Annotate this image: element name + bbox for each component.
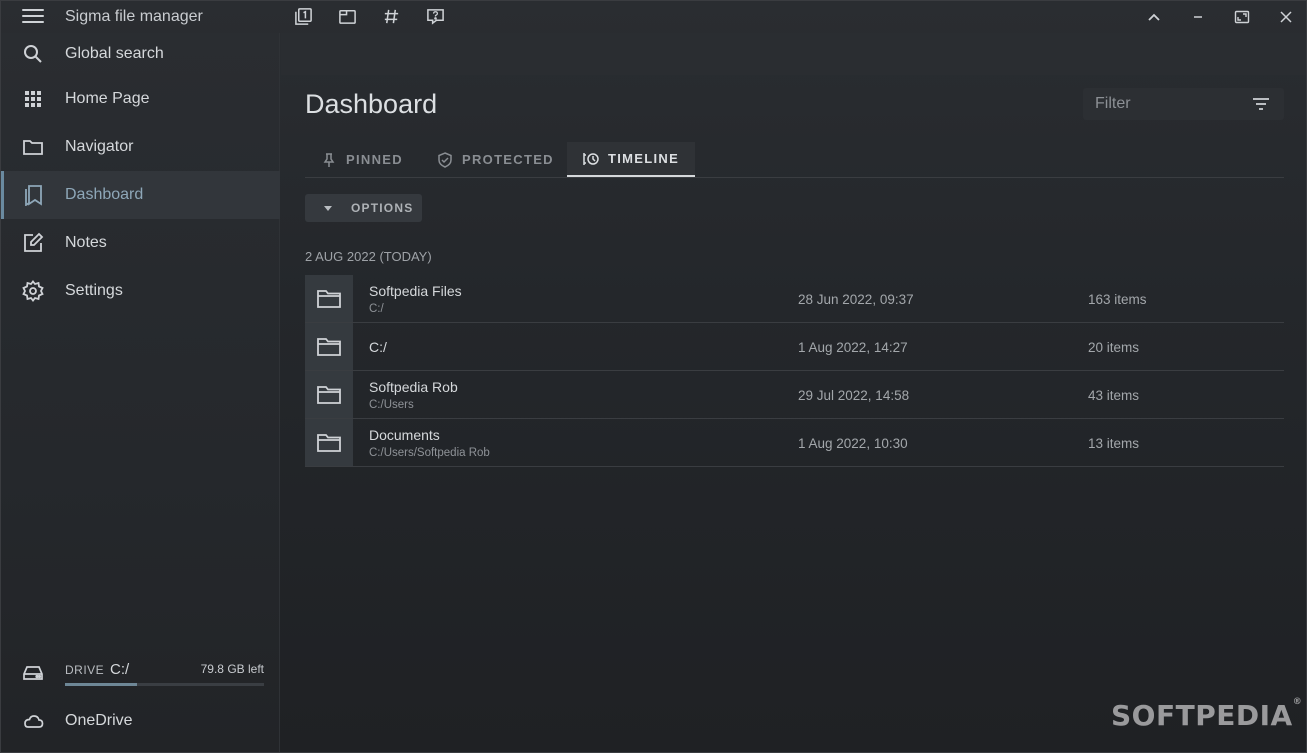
- hard-drive-icon: [22, 662, 44, 684]
- tab-label: PROTECTED: [462, 152, 554, 167]
- sidebar-item-label: Settings: [65, 282, 123, 299]
- caret-down-icon: [324, 206, 332, 211]
- item-name: Softpedia Rob: [369, 379, 458, 395]
- item-count: 43 items: [1088, 388, 1140, 403]
- search-icon: [22, 43, 44, 65]
- sidebar-item-global-search[interactable]: Global search: [1, 30, 280, 78]
- filter-field[interactable]: [1083, 88, 1284, 120]
- list-item[interactable]: Documents C:/Users/Softpedia Rob 1 Aug 2…: [305, 419, 1284, 467]
- sidebar-item-label: Notes: [65, 234, 107, 251]
- item-name: Softpedia Files: [369, 283, 462, 299]
- sidebar-item-label: Global search: [65, 45, 164, 62]
- options-button[interactable]: OPTIONS: [305, 194, 422, 222]
- main-header-strip: [281, 33, 1306, 75]
- list-item[interactable]: Softpedia Files C:/ 28 Jun 2022, 09:37 1…: [305, 275, 1284, 323]
- timeline-icon: [583, 152, 599, 165]
- sidebar-item-onedrive[interactable]: OneDrive: [1, 697, 280, 745]
- sidebar-item-label: Home Page: [65, 90, 150, 107]
- sidebar-item-settings[interactable]: Settings: [1, 267, 280, 315]
- chevron-up-icon[interactable]: [1132, 1, 1176, 33]
- gear-icon: [22, 280, 44, 302]
- drive-item-c[interactable]: DRIVE C:/ 79.8 GB left: [1, 649, 280, 699]
- drive-usage-fill: [65, 683, 137, 686]
- tab-label: TIMELINE: [608, 151, 680, 166]
- item-date: 28 Jun 2022, 09:37: [798, 292, 914, 307]
- item-path: C:/Users: [369, 399, 414, 411]
- edit-note-icon: [22, 232, 44, 254]
- options-label: OPTIONS: [351, 201, 414, 215]
- cloud-icon: [22, 710, 44, 732]
- sidebar-item-label: Navigator: [65, 138, 134, 155]
- drive-label: DRIVE C:/: [65, 661, 129, 678]
- workspaces-icon[interactable]: [294, 7, 313, 26]
- sidebar-item-label: OneDrive: [65, 712, 133, 729]
- grid-icon: [22, 88, 44, 110]
- drive-usage-bar: [65, 683, 264, 686]
- list-item[interactable]: Softpedia Rob C:/Users 29 Jul 2022, 14:5…: [305, 371, 1284, 419]
- item-name: C:/: [369, 339, 387, 355]
- tab-label: PINNED: [346, 152, 403, 167]
- feedback-icon[interactable]: [426, 7, 445, 26]
- item-count: 20 items: [1088, 340, 1140, 355]
- folder-icon: [305, 419, 353, 466]
- folder-icon: [305, 323, 353, 370]
- folder-icon: [22, 136, 44, 158]
- pin-icon: [323, 152, 335, 167]
- maximize-icon[interactable]: [1220, 1, 1264, 33]
- dashboard-tabs: PINNED PROTECTED TIMELINE: [305, 142, 1284, 178]
- item-count: 163 items: [1088, 292, 1147, 307]
- watermark-mark: ®: [1292, 697, 1303, 707]
- drive-free-space: 79.8 GB left: [200, 662, 264, 676]
- sidebar-item-home-page[interactable]: Home Page: [1, 75, 280, 123]
- item-date: 29 Jul 2022, 14:58: [798, 388, 910, 403]
- item-path: C:/: [369, 303, 384, 315]
- item-count: 13 items: [1088, 436, 1140, 451]
- folder-icon: [305, 371, 353, 418]
- drive-prefix: DRIVE: [65, 663, 105, 677]
- item-name: Documents: [369, 427, 440, 443]
- folder-icon: [305, 275, 353, 322]
- main-content: Dashboard PINNED PROTECTED: [281, 33, 1306, 752]
- softpedia-watermark: SOFTPEDIA®: [1111, 697, 1303, 732]
- timeline-group-label: 2 AUG 2022 (TODAY): [305, 249, 432, 264]
- window-controls: [1132, 1, 1306, 33]
- sidebar-item-notes[interactable]: Notes: [1, 219, 280, 267]
- minimize-icon[interactable]: [1176, 1, 1220, 33]
- item-path: C:/Users/Softpedia Rob: [369, 447, 490, 459]
- item-date: 1 Aug 2022, 14:27: [798, 340, 908, 355]
- new-window-icon[interactable]: [338, 7, 357, 26]
- drive-name: C:/: [110, 661, 130, 678]
- hamburger-menu-icon[interactable]: [22, 9, 44, 25]
- sidebar-item-navigator[interactable]: Navigator: [1, 123, 280, 171]
- app-window: Sigma file manager Global search Home Pa…: [0, 0, 1307, 753]
- page-title: Dashboard: [305, 89, 438, 119]
- tab-pinned[interactable]: PINNED: [321, 142, 403, 177]
- close-icon[interactable]: [1264, 1, 1306, 33]
- sidebar-item-dashboard[interactable]: Dashboard: [1, 171, 280, 219]
- title-bar: Sigma file manager: [1, 1, 1306, 33]
- shield-icon: [438, 151, 452, 168]
- item-date: 1 Aug 2022, 10:30: [798, 436, 908, 451]
- tab-protected[interactable]: PROTECTED: [437, 142, 554, 177]
- hash-icon[interactable]: [382, 7, 401, 26]
- watermark-text: SOFTPEDIA: [1111, 699, 1293, 732]
- tab-timeline[interactable]: TIMELINE: [567, 142, 696, 177]
- app-title: Sigma file manager: [65, 8, 203, 25]
- timeline-list: Softpedia Files C:/ 28 Jun 2022, 09:37 1…: [305, 275, 1284, 467]
- list-item[interactable]: C:/ 1 Aug 2022, 14:27 20 items: [305, 323, 1284, 371]
- sidebar: Global search Home Page Navigator Dashbo…: [1, 30, 280, 752]
- toolbar: [294, 7, 445, 26]
- filter-icon[interactable]: [1252, 96, 1270, 112]
- sidebar-item-label: Dashboard: [65, 186, 144, 203]
- filter-input[interactable]: [1095, 95, 1245, 113]
- bookmarks-icon: [22, 184, 44, 207]
